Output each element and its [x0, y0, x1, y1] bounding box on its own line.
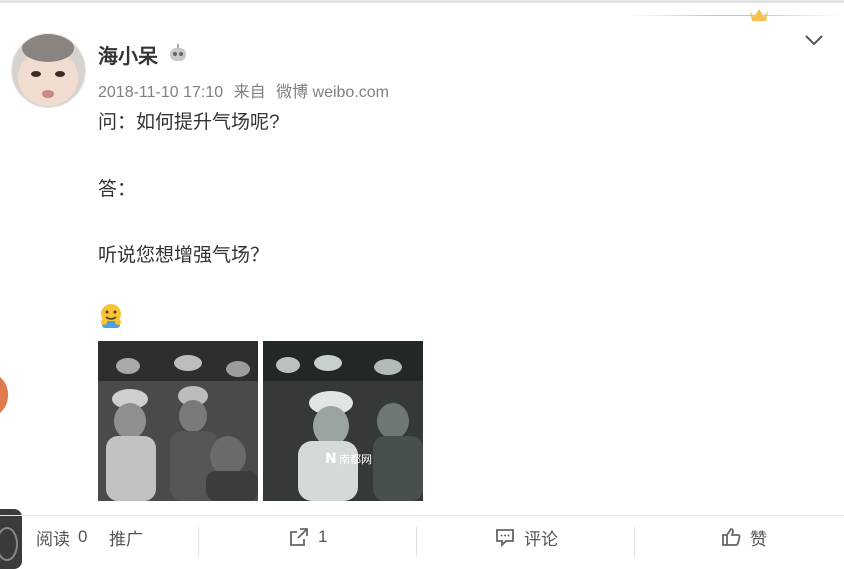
crown-decoration-line [630, 15, 840, 16]
chevron-down-icon[interactable] [803, 30, 825, 50]
share-button[interactable]: 1 [288, 516, 327, 558]
content-line-reply: 听说您想增强气场？ [98, 245, 270, 266]
promote-label: 推广 [109, 529, 143, 549]
hug-emoji [101, 304, 121, 328]
read-count-value: 0 [78, 527, 88, 546]
footer-divider [198, 527, 199, 557]
content-line-question: 问：如何提升气场呢? [98, 112, 280, 133]
side-floating-button[interactable] [0, 372, 8, 418]
comment-button[interactable]: 评论 [494, 516, 558, 558]
watermark-text: 南都网 [339, 453, 372, 466]
source-prefix: 来自 [233, 84, 266, 101]
content-line-answer: 答： [98, 179, 137, 200]
avatar[interactable] [11, 33, 86, 108]
promote-button[interactable]: 推广 [109, 516, 143, 558]
post-footer: 阅读 0 推广 1 评论 赞 [0, 515, 844, 558]
footer-divider [416, 527, 417, 557]
like-label: 赞 [750, 529, 767, 549]
comment-label: 评论 [524, 529, 558, 549]
crown-icon [750, 9, 768, 21]
post-image-1[interactable] [98, 341, 258, 501]
source-app[interactable]: 微博 weibo.com [276, 84, 389, 101]
post-timestamp[interactable]: 2018-11-10 17:10 [98, 84, 223, 101]
share-icon [290, 528, 308, 546]
footer-divider [634, 527, 635, 557]
watermark-logo: N [325, 451, 337, 467]
comment-icon [496, 529, 514, 548]
robot-badge-icon [170, 44, 186, 61]
read-label: 阅读 [36, 529, 70, 549]
share-count: 1 [318, 527, 328, 546]
like-button[interactable]: 赞 [720, 516, 767, 558]
post-meta: 2018-11-10 17:10 来自 微博 weibo.com [98, 78, 395, 102]
read-count: 阅读 0 [36, 516, 87, 558]
username[interactable]: 海小呆 [98, 40, 158, 69]
thumbs-up-icon [722, 528, 741, 546]
post-image-2[interactable]: N 南都网 [263, 341, 423, 501]
top-border [0, 0, 844, 3]
